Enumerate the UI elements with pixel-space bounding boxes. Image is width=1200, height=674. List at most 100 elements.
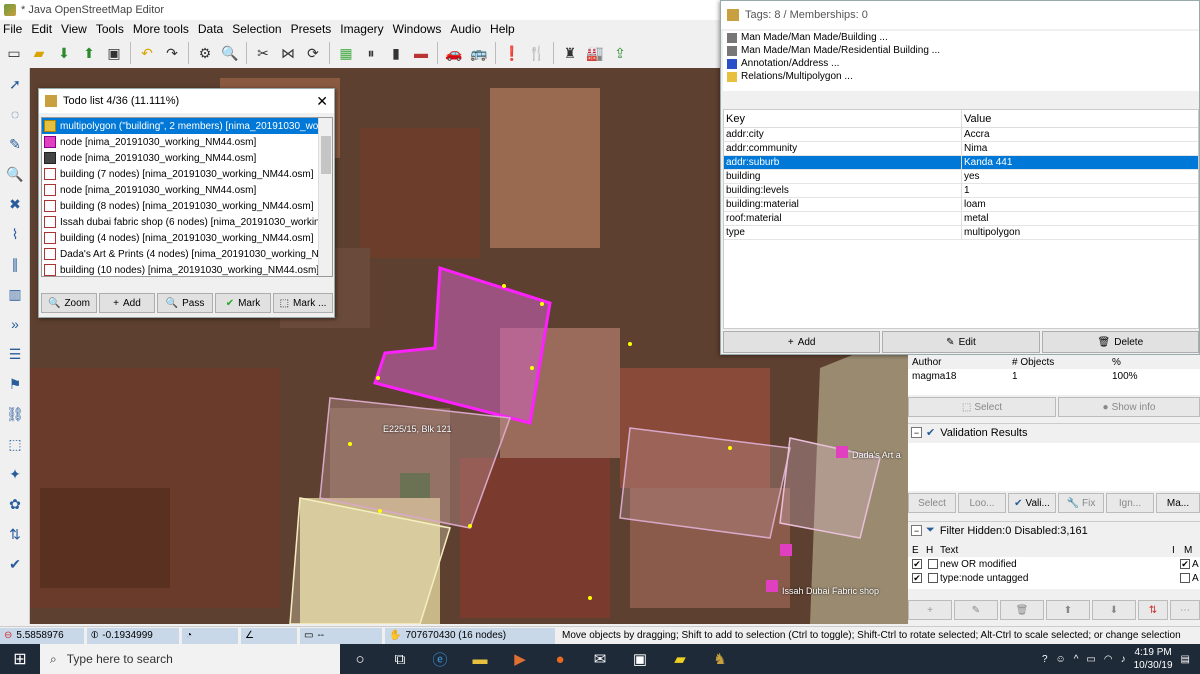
ignore-button[interactable]: Ign... [1106, 493, 1154, 513]
menu-more-tools[interactable]: More tools [133, 22, 189, 36]
list-item[interactable]: building (7 nodes) [nima_20191030_workin… [42, 166, 332, 182]
menu-selection[interactable]: Selection [232, 22, 281, 36]
people-icon[interactable]: ☺ [1056, 654, 1066, 665]
media-player-icon[interactable]: ▶ [500, 644, 540, 674]
table-row[interactable]: ✔ type:node untagged A [908, 571, 1200, 585]
car-icon[interactable]: 🚗 [443, 42, 465, 64]
imagery-icon[interactable]: ▦ [335, 42, 357, 64]
close-icon[interactable]: ✕ [316, 93, 328, 110]
hide-checkbox[interactable] [928, 573, 938, 583]
refresh-icon[interactable]: ⟳ [302, 42, 324, 64]
validation-header[interactable]: − ✔ Validation Results [908, 423, 1200, 441]
hide-checkbox[interactable] [928, 559, 938, 569]
list-item[interactable]: Issah dubai fabric shop (6 nodes) [nima_… [42, 214, 332, 230]
menu-help[interactable]: Help [490, 22, 515, 36]
select-author-button[interactable]: ⬚ Select [908, 397, 1056, 417]
todo-list[interactable]: multipolygon ("building", 2 members) [ni… [41, 117, 333, 277]
map-paint-icon[interactable]: ✿ [2, 491, 28, 517]
lookup-button[interactable]: Loo... [958, 493, 1006, 513]
layers-icon[interactable]: ☰ [2, 341, 28, 367]
select-mode-icon[interactable]: ➚ [2, 71, 28, 97]
windows-start-icon[interactable]: ⊞ [0, 644, 40, 674]
invert-checkbox[interactable]: ✔ [1180, 559, 1190, 569]
col-value[interactable]: Value [962, 110, 1198, 127]
preset-link[interactable]: Annotation/Address ... [723, 57, 1199, 70]
table-row[interactable]: magma18 1 100% [908, 369, 1200, 383]
notifications-icon[interactable]: ▤ [1181, 654, 1190, 665]
menu-tools[interactable]: Tools [96, 22, 124, 36]
delete-filter-button[interactable]: 🗑 [1000, 600, 1044, 620]
fix-button[interactable]: 🔧 Fix [1058, 493, 1104, 513]
split-way-icon[interactable]: ✂ [252, 42, 274, 64]
move-up-button[interactable]: ⬆ [1046, 600, 1090, 620]
search-icon[interactable]: 🔍 [219, 42, 241, 64]
castle-icon[interactable]: ♜ [559, 42, 581, 64]
show-info-button[interactable]: ● Show info [1058, 397, 1200, 417]
wifi-icon[interactable]: ◠ [1104, 654, 1113, 665]
enable-checkbox[interactable]: ✔ [912, 573, 922, 583]
list-item[interactable]: building (10 nodes) [nima_20191030_worki… [42, 262, 332, 276]
add-filter-button[interactable]: + [908, 600, 952, 620]
help-icon[interactable]: ? [1042, 654, 1048, 665]
selection-list-icon[interactable]: ⬚ [2, 431, 28, 457]
taskbar-search[interactable]: ⌕ Type here to search [40, 644, 340, 674]
restaurant-icon[interactable]: 🍴 [526, 42, 548, 64]
pass-button[interactable]: 🔍 Pass [157, 293, 213, 313]
table-row[interactable]: building:levels 1 [724, 184, 1198, 198]
mark-more-button[interactable]: ⬚ Mark ... [273, 293, 333, 313]
table-row[interactable]: addr:community Nima [724, 142, 1198, 156]
validate-button[interactable]: ✔ Vali... [1008, 493, 1056, 513]
edit-tag-button[interactable]: ✎ Edit [882, 331, 1040, 353]
new-layer-icon[interactable]: ▭ [3, 42, 25, 64]
menu-windows[interactable]: Windows [393, 22, 442, 36]
improve-way-icon[interactable]: ⌇ [2, 221, 28, 247]
edge-browser-icon[interactable]: ⓔ [420, 644, 460, 674]
redo-icon[interactable]: ↷ [161, 42, 183, 64]
building-tool-icon[interactable]: ▥ [2, 281, 28, 307]
upload-changes-icon[interactable]: ⇪ [609, 42, 631, 64]
list-item[interactable]: building (8 nodes) [nima_20191030_workin… [42, 198, 332, 214]
col-key[interactable]: Key [724, 110, 962, 127]
todo-scrollbar[interactable] [318, 118, 332, 276]
preset-link[interactable]: Man Made/Man Made/Residential Building .… [723, 44, 1199, 57]
mail-icon[interactable]: ✉ [580, 644, 620, 674]
list-item[interactable]: node [nima_20191030_working_NM44.osm] [42, 182, 332, 198]
more-options-button[interactable]: ⋯ [1170, 600, 1200, 620]
add-tag-button[interactable]: + Add [723, 331, 881, 353]
table-row[interactable]: addr:suburb Kanda 441 [724, 156, 1198, 170]
history-icon[interactable]: ✦ [2, 461, 28, 487]
sort-button[interactable]: ⇅ [1138, 600, 1168, 620]
delete-mode-icon[interactable]: ✖ [2, 191, 28, 217]
relation-icon[interactable]: ⛓ [2, 401, 28, 427]
cortana-icon[interactable]: ○ [340, 644, 380, 674]
network-icon[interactable]: ▭ [1086, 654, 1095, 665]
list-item[interactable]: Dada's Art & Prints (4 nodes) [nima_2019… [42, 246, 332, 262]
bus-icon[interactable]: 🚌 [468, 42, 490, 64]
pause-icon[interactable]: ⏸ [360, 42, 382, 64]
zoom-button[interactable]: 🔍 Zoom [41, 293, 97, 313]
validation-results-area[interactable] [908, 443, 1200, 491]
file-explorer-icon[interactable]: ▬ [460, 644, 500, 674]
warning-icon[interactable]: ❗ [501, 42, 523, 64]
table-row[interactable]: building:material loam [724, 198, 1198, 212]
table-row[interactable]: ✔ new OR modified ✔ A [908, 557, 1200, 571]
parallel-mode-icon[interactable]: ∥ [2, 251, 28, 277]
open-file-icon[interactable]: ▰ [28, 42, 50, 64]
edit-filter-button[interactable]: ✎ [954, 600, 998, 620]
menu-audio[interactable]: Audio [450, 22, 481, 36]
lasso-mode-icon[interactable]: ◌ [2, 101, 28, 127]
tags-icon[interactable]: ⚑ [2, 371, 28, 397]
filter-icon[interactable]: ⇅ [2, 521, 28, 547]
menu-edit[interactable]: Edit [31, 22, 52, 36]
preset-link[interactable]: Relations/Multipolygon ... [723, 70, 1199, 83]
delete-tag-button[interactable]: 🗑 Delete [1041, 331, 1199, 353]
volume-icon[interactable]: ♪ [1121, 654, 1126, 665]
menu-data[interactable]: Data [198, 22, 223, 36]
chevron-up-icon[interactable]: ^ [1074, 654, 1079, 665]
collapse-icon[interactable]: − [911, 427, 922, 438]
scrollbar-thumb[interactable] [321, 136, 331, 174]
combine-way-icon[interactable]: ⋈ [277, 42, 299, 64]
wall-icon[interactable]: ▬ [410, 42, 432, 64]
invert-checkbox[interactable] [1180, 573, 1190, 583]
manage-button[interactable]: Ma... [1156, 493, 1200, 513]
